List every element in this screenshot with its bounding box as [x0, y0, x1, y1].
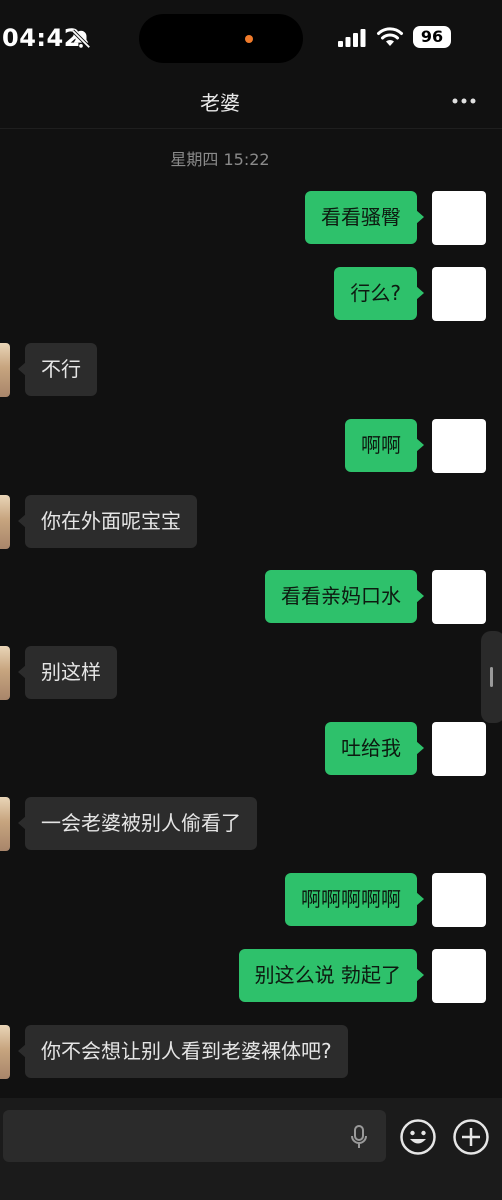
header-divider — [0, 128, 502, 129]
my-avatar[interactable] — [432, 722, 486, 776]
contact-avatar[interactable] — [0, 646, 10, 700]
message-row: 别这么说 勃起了 — [0, 949, 502, 1005]
message-row: 啊啊 — [0, 419, 502, 475]
status-bar: 04:42 96 — [0, 0, 502, 78]
message-row: 看看亲妈口水 — [0, 570, 502, 626]
bell-slash-icon — [71, 29, 91, 49]
microphone-icon[interactable] — [350, 1125, 368, 1149]
message-row: 吐给我 — [0, 722, 502, 778]
wifi-icon — [377, 27, 403, 46]
my-avatar[interactable] — [432, 419, 486, 473]
sent-message-bubble[interactable]: 啊啊 — [345, 419, 424, 472]
message-row: 看看骚臀 — [0, 191, 502, 247]
sent-message-bubble[interactable]: 别这么说 勃起了 — [238, 949, 425, 1002]
contact-avatar[interactable] — [0, 1025, 10, 1079]
message-row: 你在外面呢宝宝 — [0, 495, 502, 551]
received-message-bubble[interactable]: 别这样 — [18, 646, 117, 699]
my-avatar[interactable] — [432, 570, 486, 624]
my-avatar[interactable] — [432, 267, 486, 321]
my-avatar[interactable] — [432, 873, 486, 927]
chat-header: 老婆 — [0, 78, 502, 128]
chat-screen: 04:42 96 老婆 星期四 15:22 看看骚臀 行么? 不行 啊啊 你在外… — [0, 0, 502, 1200]
battery-icon: 96 — [413, 26, 451, 48]
sent-message-bubble[interactable]: 看看骚臀 — [305, 191, 424, 244]
received-message-bubble[interactable]: 不行 — [18, 343, 97, 396]
message-input[interactable] — [3, 1110, 386, 1162]
contact-avatar[interactable] — [0, 797, 10, 851]
message-row: 别这样 — [0, 646, 502, 702]
sent-message-bubble[interactable]: 啊啊啊啊啊 — [285, 873, 424, 926]
dynamic-island — [139, 14, 303, 63]
sent-message-bubble[interactable]: 行么? — [334, 267, 424, 320]
more-dots-icon[interactable] — [452, 98, 476, 104]
my-avatar[interactable] — [432, 191, 486, 245]
message-row: 行么? — [0, 267, 502, 323]
emoji-icon[interactable] — [399, 1118, 437, 1156]
plus-icon[interactable] — [452, 1118, 490, 1156]
message-row: 啊啊啊啊啊 — [0, 873, 502, 929]
message-row: 你不会想让别人看到老婆裸体吧? — [0, 1025, 502, 1081]
received-message-bubble[interactable]: 一会老婆被别人偷看了 — [18, 797, 257, 850]
scroll-handle[interactable] — [481, 631, 502, 723]
cellular-signal-icon — [338, 29, 366, 47]
message-row: 不行 — [0, 343, 502, 399]
input-bar — [0, 1098, 502, 1200]
contact-avatar[interactable] — [0, 495, 10, 549]
contact-name: 老婆 — [200, 91, 240, 115]
sent-message-bubble[interactable]: 吐给我 — [325, 722, 424, 775]
sent-message-bubble[interactable]: 看看亲妈口水 — [265, 570, 424, 623]
received-message-bubble[interactable]: 你在外面呢宝宝 — [18, 495, 197, 548]
my-avatar[interactable] — [432, 949, 486, 1003]
received-message-bubble[interactable]: 你不会想让别人看到老婆裸体吧? — [18, 1025, 348, 1078]
chat-timestamp: 星期四 15:22 — [170, 150, 270, 169]
contact-avatar[interactable] — [0, 343, 10, 397]
message-row: 一会老婆被别人偷看了 — [0, 797, 502, 853]
camera-indicator-dot — [245, 35, 253, 43]
